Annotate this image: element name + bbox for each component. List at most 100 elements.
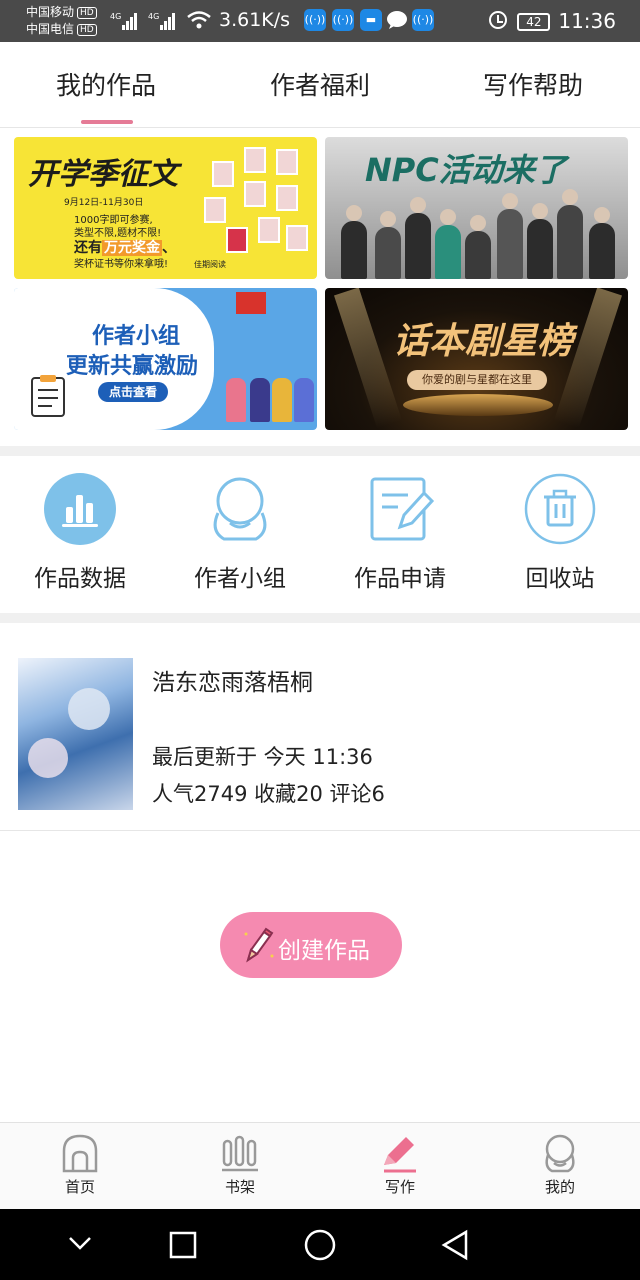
nav-label: 书架 (224, 1178, 255, 1196)
action-author-group[interactable]: 作者小组 (170, 473, 310, 593)
wifi-icon (187, 11, 211, 29)
person-figure (405, 197, 431, 279)
action-recycle-bin[interactable]: 回收站 (490, 473, 630, 593)
section-separator (0, 446, 640, 456)
divider (0, 830, 640, 831)
nav-label: 写作 (384, 1178, 415, 1196)
book-cover-image[interactable] (18, 658, 133, 810)
photo-image (286, 225, 308, 251)
trash-icon (524, 473, 596, 545)
work-stats: 人气2749 收藏20 评论6 (152, 782, 385, 806)
signal-icon (122, 10, 140, 30)
nav-label: 我的 (544, 1178, 575, 1196)
action-work-data[interactable]: 作品数据 (10, 473, 150, 593)
tab-my-works[interactable]: 我的作品 (6, 66, 206, 102)
message-icon (387, 11, 407, 29)
network-type-2: 4G (148, 12, 160, 21)
home-button-icon[interactable] (303, 1228, 337, 1262)
action-label: 作品申请 (354, 566, 446, 592)
alarm-icon (489, 11, 508, 29)
nav-bookshelf[interactable]: 书架 (190, 1133, 290, 1197)
hd-badge-2: HD (77, 24, 97, 36)
action-label: 作品数据 (34, 566, 126, 592)
status-right: 42 11:36 (489, 9, 616, 33)
notification-app-icon: ((·)) (332, 9, 354, 31)
create-work-button[interactable]: 创建作品 (220, 912, 402, 978)
person-figure (589, 207, 615, 279)
prize-prefix: 还有 (74, 240, 102, 256)
stage-shape (403, 394, 553, 416)
person-figure (341, 205, 367, 279)
flag-icon (236, 292, 266, 314)
action-label: 作者小组 (194, 566, 286, 592)
carrier-1: 中国移动 (26, 5, 75, 19)
section-separator (0, 613, 640, 623)
person-figure (497, 193, 523, 279)
prize-highlight: 万元奖金 (102, 240, 162, 256)
cover-art-shape (28, 738, 68, 778)
banner-drama-star-ranking[interactable]: 话本剧星榜 你爱的剧与星都在这里 (325, 288, 628, 430)
pencil-icon (244, 927, 274, 963)
kid-figure (294, 378, 314, 422)
clipboard-icon (31, 375, 65, 417)
photo-image (204, 197, 226, 223)
home-icon (60, 1133, 100, 1173)
network-speed: 3.61K/s (219, 9, 291, 31)
nav-label: 首页 (64, 1178, 95, 1196)
banner-title: NPC活动来了 (365, 151, 567, 189)
person-figure (465, 215, 491, 279)
bottom-nav-bar: 首页 书架 写作 我的 (0, 1122, 640, 1209)
nav-write[interactable]: 写作 (350, 1133, 450, 1197)
banner-title: 话本剧星榜 (393, 321, 574, 362)
action-label: 回收站 (525, 566, 595, 592)
notification-app-icon: ((·)) (304, 9, 326, 31)
active-tab-indicator (81, 120, 133, 124)
banner-line: 奖杯证书等你来拿哦! (74, 259, 169, 270)
tab-writing-help[interactable]: 写作帮助 (433, 66, 633, 102)
banner-back-to-school-contest[interactable]: 开学季征文 9月12日-11月30日 1000字即可参赛, 类型不限,题材不限!… (14, 137, 317, 279)
banner-npc-event[interactable]: NPC活动来了 (325, 137, 628, 279)
kid-figure (226, 378, 246, 422)
photo-image (244, 147, 266, 173)
hd-badge-1: HD (77, 7, 97, 19)
spotlight-beam (334, 288, 402, 429)
work-title[interactable]: 浩东恋雨落梧桐 (152, 663, 313, 697)
app-screen: 中国移动 HD 中国电信 HD 4G 4G 3.61K/s ((·)) ((·)) … (0, 0, 640, 1280)
banner-brand: 佳期阅读 (194, 260, 226, 269)
person-figure (527, 203, 553, 279)
banner-author-group[interactable]: 作者小组 更新共赢激励 点击查看 (14, 288, 317, 430)
banner-subtitle: 更新共赢激励 (66, 354, 199, 379)
kid-figure (272, 378, 292, 422)
action-work-application[interactable]: 作品申请 (330, 473, 470, 593)
clock: 11:36 (558, 9, 616, 33)
banner-view-button[interactable]: 点击查看 (98, 382, 168, 402)
bar-chart-icon (44, 473, 116, 545)
back-icon[interactable] (440, 1229, 470, 1261)
document-edit-icon (364, 473, 436, 545)
bookshelf-icon (220, 1133, 260, 1173)
nav-home[interactable]: 首页 (30, 1133, 130, 1197)
prize-suffix: 、 (162, 240, 176, 256)
banner-date: 9月12日-11月30日 (64, 198, 144, 208)
carrier-2: 中国电信 (26, 22, 75, 36)
signal-icon (160, 10, 178, 30)
nav-profile[interactable]: 我的 (510, 1133, 610, 1197)
chevron-down-icon[interactable] (67, 1233, 93, 1253)
battery-icon: 42 (517, 13, 551, 31)
tab-author-benefits[interactable]: 作者福利 (220, 66, 420, 102)
top-tab-bar: 我的作品 作者福利 写作帮助 (0, 42, 640, 128)
cover-art-shape (68, 688, 110, 730)
work-last-updated: 最后更新于 今天 11:36 (152, 745, 373, 769)
photo-image (244, 181, 266, 207)
kid-figure (250, 378, 270, 422)
photo-image (276, 185, 298, 211)
recent-apps-icon[interactable] (169, 1231, 197, 1259)
create-button-label: 创建作品 (278, 938, 370, 964)
notification-app-icon: ▬ (360, 9, 382, 31)
pen-icon (380, 1133, 420, 1173)
network-type-1: 4G (110, 12, 122, 21)
person-figure (375, 211, 401, 279)
banner-prize: 还有 万元奖金、 (74, 237, 176, 257)
status-bar: 中国移动 HD 中国电信 HD 4G 4G 3.61K/s ((·)) ((·)) … (0, 0, 640, 42)
photo-image (276, 149, 298, 175)
